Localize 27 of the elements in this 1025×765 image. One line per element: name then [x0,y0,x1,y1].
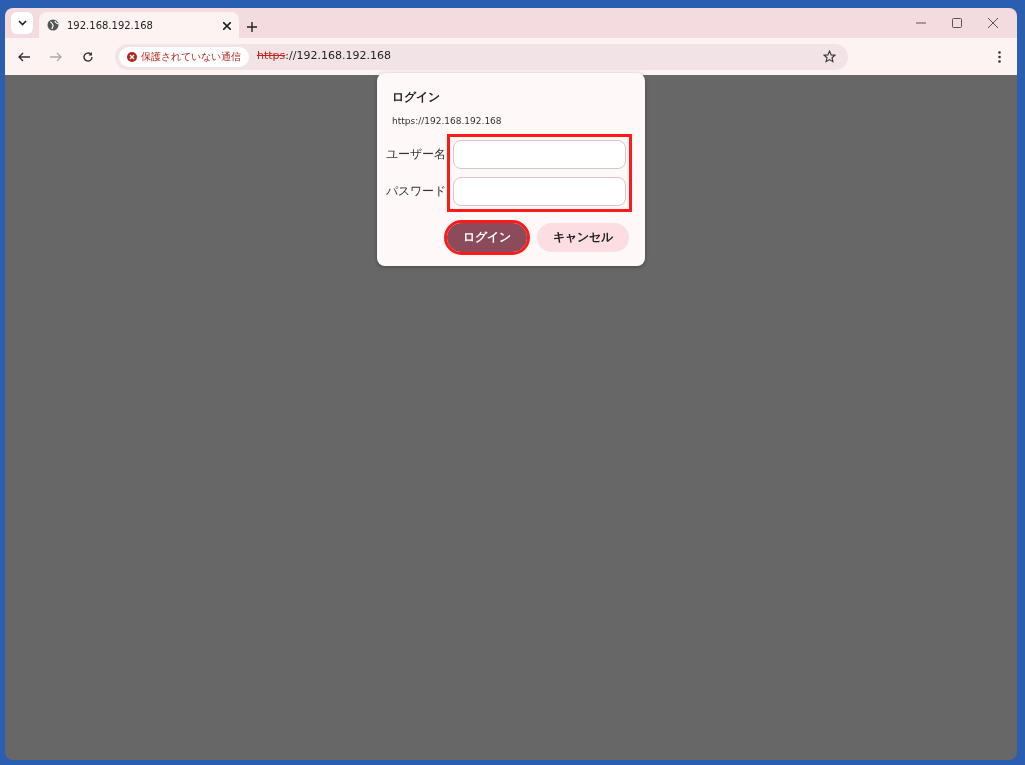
chevron-down-icon [17,20,27,26]
dialog-title: ログイン [392,89,441,106]
minimize-icon [916,22,926,24]
error-icon [127,51,137,62]
site-origin: https://192.168.192.168 [392,115,503,129]
password-field[interactable] [453,176,626,206]
field-label: ユーザー名 [386,145,446,163]
security-chip[interactable]: 保護されていない通信 [119,46,249,67]
login-button[interactable]: ログイン [447,222,527,252]
tab-search-button[interactable] [11,12,33,34]
field-label: パスワード [386,182,446,200]
cancel-button[interactable]: キャンセル [537,222,629,252]
star-icon[interactable] [823,50,836,63]
address-bar[interactable]: 保護されていない通信 https://192.168.192.168 [115,43,848,70]
reload-icon [82,50,94,63]
arrow-right-icon [50,51,62,62]
url-text: https://192.168.192.168 [257,48,391,65]
menu-icon[interactable] [998,50,1001,63]
maximize-icon [952,18,962,28]
plus-icon [247,21,257,32]
username-field[interactable] [453,139,626,169]
arrow-left-icon [18,51,30,62]
close-icon [988,18,998,28]
close-icon [223,21,231,30]
globe-icon [47,19,59,31]
browser-tab[interactable]: 192.168.192.168 [39,12,239,38]
tab-title: 192.168.192.168 [67,18,153,33]
